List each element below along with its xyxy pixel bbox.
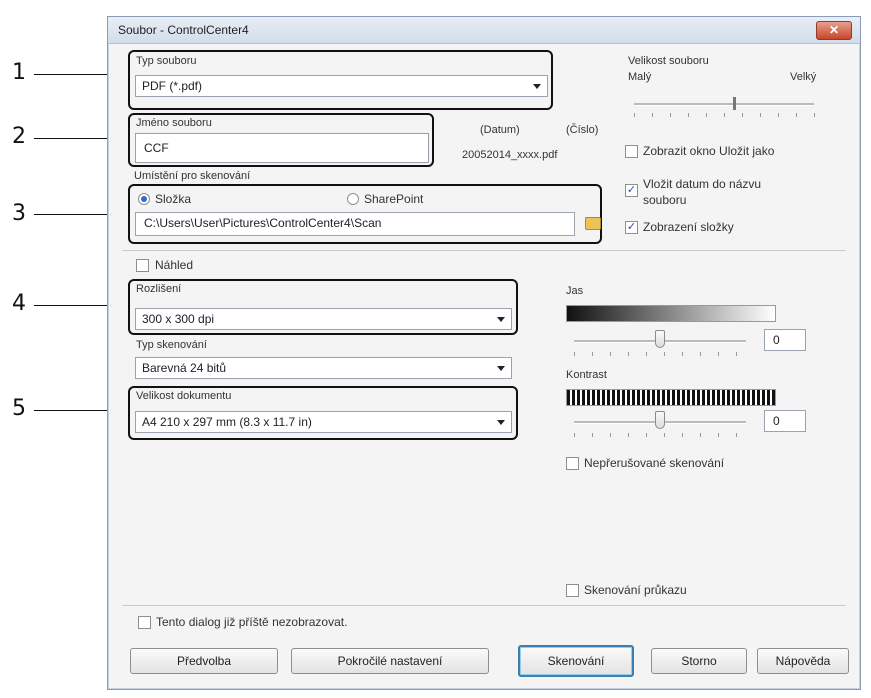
doc-size-select[interactable]: A4 210 x 297 mm (8.3 x 11.7 in)	[135, 411, 512, 433]
browse-folder-icon[interactable]	[585, 217, 601, 230]
brightness-label: Jas	[566, 285, 584, 297]
doc-size-label: Velikost dokumentu	[136, 390, 232, 402]
continuous-scan-checkbox[interactable]	[566, 457, 579, 470]
sharepoint-radio[interactable]	[347, 193, 359, 205]
folder-radio-label: Složka	[155, 192, 192, 206]
chevron-down-icon	[497, 366, 505, 371]
dont-show-again-checkbox[interactable]	[138, 616, 151, 629]
show-save-as-checkbox[interactable]	[625, 145, 638, 158]
callout-4: 4	[12, 291, 26, 316]
cancel-button[interactable]: Storno	[651, 648, 747, 674]
file-name-input[interactable]: CCF	[135, 133, 429, 163]
contrast-slider-ticks	[574, 433, 748, 437]
callout-5: 5	[12, 396, 26, 421]
brightness-value-input[interactable]: 0	[764, 329, 806, 351]
scan-location-label: Umístění pro skenování	[134, 170, 251, 182]
title-bar: Soubor - ControlCenter4 ✕	[108, 17, 860, 44]
insert-date-label-line1: Vložit datum do názvu	[643, 177, 762, 191]
file-name-label: Jméno souboru	[136, 117, 212, 129]
file-size-slider-thumb[interactable]	[733, 97, 736, 110]
scan-type-value: Barevná 24 bitů	[142, 361, 227, 375]
resolution-value: 300 x 300 dpi	[142, 312, 215, 326]
contrast-label: Kontrast	[566, 369, 607, 381]
chevron-down-icon	[533, 84, 541, 89]
file-size-max-label: Velký	[790, 71, 817, 83]
doc-size-value: A4 210 x 297 mm (8.3 x 11.7 in)	[142, 415, 312, 429]
callout-3: 3	[12, 201, 26, 226]
scan-path-input[interactable]: C:\Users\User\Pictures\ControlCenter4\Sc…	[135, 212, 575, 236]
file-size-slider-track[interactable]	[634, 103, 814, 106]
folder-radio[interactable]	[138, 193, 150, 205]
insert-date-label-line2: souboru	[643, 193, 687, 207]
callout-1: 1	[12, 60, 26, 85]
show-folder-label: Zobrazení složky	[643, 220, 734, 234]
contrast-value-input[interactable]: 0	[764, 410, 806, 432]
insert-date-checkbox[interactable]: ✓	[625, 184, 638, 197]
dont-show-again-label: Tento dialog již příště nezobrazovat.	[156, 615, 348, 629]
continuous-scan-label: Nepřerušované skenování	[584, 456, 725, 470]
file-size-label: Velikost souboru	[628, 55, 709, 67]
separator	[122, 605, 846, 606]
chevron-down-icon	[497, 317, 505, 322]
close-button[interactable]: ✕	[816, 21, 852, 40]
brightness-gradient	[566, 305, 776, 322]
resolution-label: Rozlišení	[136, 283, 182, 295]
file-size-slider-ticks	[634, 113, 816, 117]
scan-type-select[interactable]: Barevná 24 bitů	[135, 357, 512, 379]
separator	[122, 250, 846, 251]
contrast-pattern	[566, 389, 776, 406]
scan-type-label: Typ skenování	[136, 339, 207, 351]
file-type-select[interactable]: PDF (*.pdf)	[135, 75, 548, 97]
file-type-value: PDF (*.pdf)	[142, 79, 203, 93]
window-title: Soubor - ControlCenter4	[118, 23, 249, 37]
brightness-slider-thumb[interactable]	[655, 330, 665, 348]
sharepoint-radio-label: SharePoint	[364, 192, 424, 206]
preset-button[interactable]: Předvolba	[130, 648, 278, 674]
help-button[interactable]: Nápověda	[757, 648, 849, 674]
dialog-window: Soubor - ControlCenter4 ✕ Typ souboru PD…	[107, 16, 861, 690]
brightness-slider-ticks	[574, 352, 748, 356]
scan-button[interactable]: Skenování	[518, 645, 634, 677]
file-type-label: Typ souboru	[136, 55, 197, 67]
contrast-slider-thumb[interactable]	[655, 411, 665, 429]
callout-2: 2	[12, 124, 26, 149]
id-card-scan-checkbox[interactable]	[566, 584, 579, 597]
file-size-min-label: Malý	[628, 71, 652, 83]
advanced-settings-button[interactable]: Pokročilé nastavení	[291, 648, 489, 674]
number-label: (Číslo)	[566, 124, 599, 136]
resolution-select[interactable]: 300 x 300 dpi	[135, 308, 512, 330]
file-name-preview: 20052014_xxxx.pdf	[462, 149, 558, 161]
show-folder-checkbox[interactable]: ✓	[625, 221, 638, 234]
chevron-down-icon	[497, 420, 505, 425]
date-label: (Datum)	[480, 124, 520, 136]
preview-label: Náhled	[155, 258, 194, 272]
show-save-as-label: Zobrazit okno Uložit jako	[643, 144, 775, 158]
preview-checkbox[interactable]	[136, 259, 149, 272]
id-card-scan-label: Skenování průkazu	[584, 583, 687, 597]
